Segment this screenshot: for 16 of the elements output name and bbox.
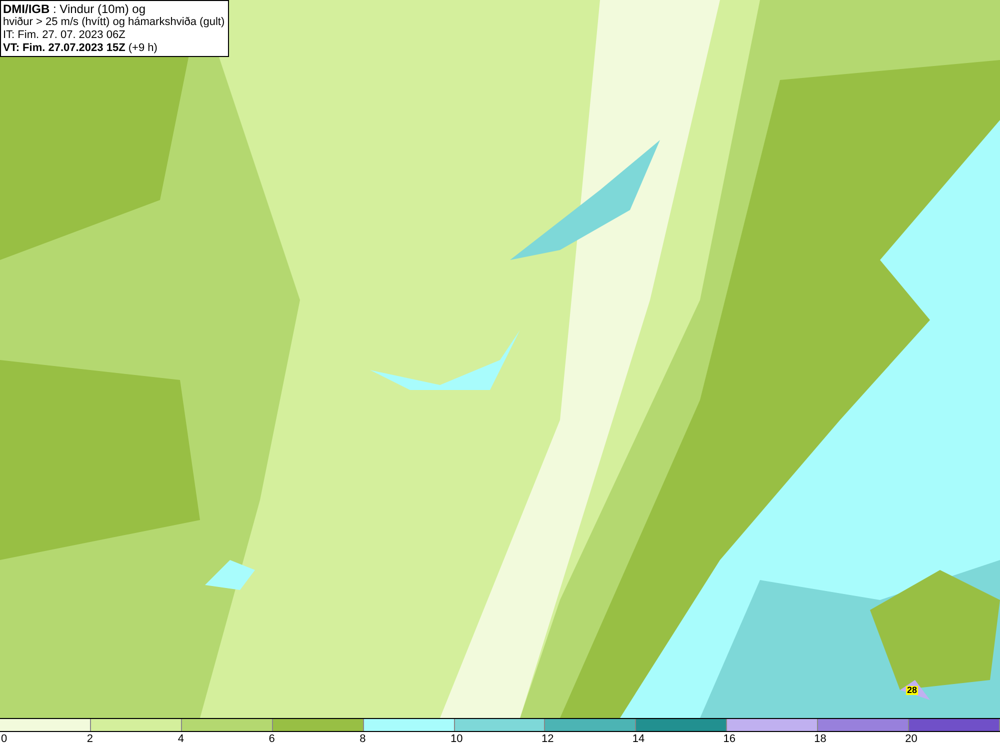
- legend-label: 2: [86, 732, 94, 746]
- legend-label: 8: [360, 732, 366, 746]
- title-line: VT: Fim. 27.07.2023 15Z (+9 h): [3, 42, 158, 55]
- legend-label: 6: [268, 732, 275, 746]
- legend-label: 10: [450, 732, 463, 746]
- legend-label: 18: [814, 732, 826, 746]
- legend-label: 4: [178, 732, 184, 746]
- legend-label: 14: [632, 732, 645, 746]
- legend-label: 12: [541, 732, 554, 746]
- title-line: IT: Fim. 27. 07. 2023 06Z: [3, 29, 126, 42]
- title-line: hviður > 25 m/s (hvítt) og hámarkshviða (gult): [3, 16, 226, 29]
- gust-marker: 28: [906, 686, 918, 695]
- title-line: DMI/IGB : Vindur (10m) og: [3, 2, 146, 16]
- legend-label: 16: [723, 732, 736, 746]
- legend-label: 0: [1, 732, 8, 746]
- legend-label: 20: [905, 732, 918, 746]
